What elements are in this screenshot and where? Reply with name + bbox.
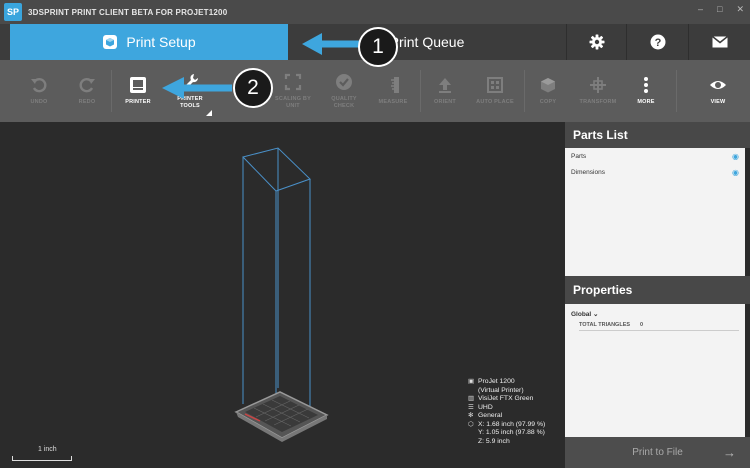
annotation-arrow-2 — [162, 77, 232, 99]
callout-1: 1 — [358, 27, 398, 67]
callout-2: 2 — [233, 68, 273, 108]
annotation-overlay — [162, 33, 360, 99]
annotation-arrow-1 — [302, 33, 360, 55]
